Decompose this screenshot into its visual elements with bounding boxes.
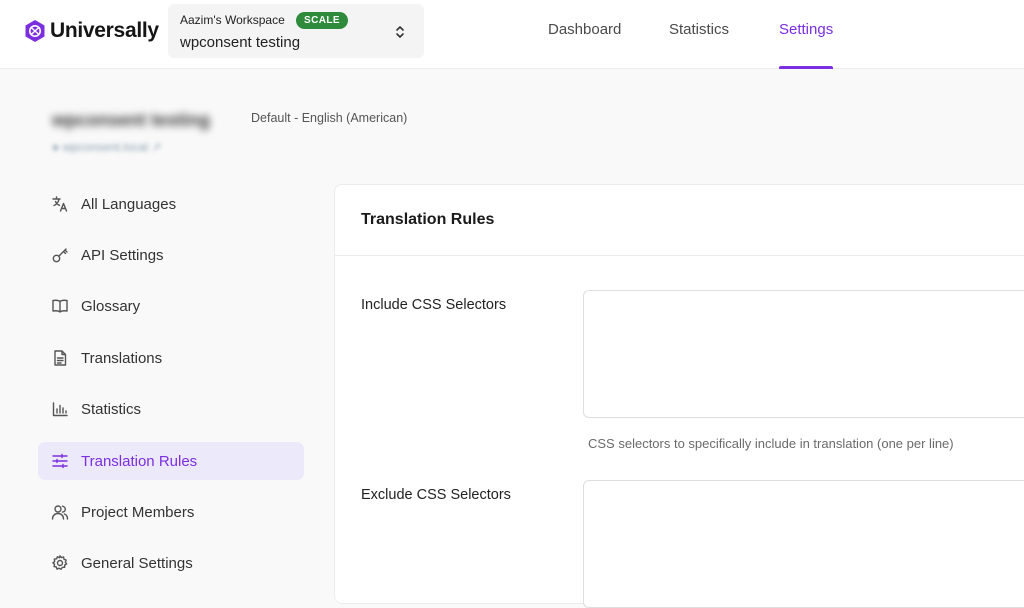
translation-rules-panel: Translation Rules Include CSS Selectors … (334, 184, 1024, 608)
project-name: wpconsent testing (52, 110, 211, 130)
sidebar-item-label: All Languages (81, 195, 177, 213)
sidebar-item-label: Project Members (81, 503, 195, 521)
exclude-selectors-label: Exclude CSS Selectors (361, 487, 511, 503)
panel-title: Translation Rules (361, 211, 495, 228)
sidebar-item-label: General Settings (81, 554, 193, 572)
top-bar: Universally Aazim's Workspace SCALE wpco… (0, 0, 1024, 69)
sidebar-item-statistics[interactable]: Statistics (38, 390, 304, 428)
brand-name: Universally (50, 19, 159, 42)
brand[interactable]: Universally (24, 17, 159, 45)
tab-label: Dashboard (548, 21, 622, 38)
tab-statistics[interactable]: Statistics (669, 0, 729, 69)
tab-label: Settings (779, 21, 834, 38)
sidebar-item-label: Translation Rules (81, 452, 198, 470)
active-tab-indicator (779, 66, 834, 69)
sidebar-item-label: Statistics (81, 400, 142, 418)
users-icon (51, 505, 69, 520)
include-selectors-help: CSS selectors to specifically include in… (588, 436, 954, 451)
sidebar-item-api-settings[interactable]: API Settings (38, 236, 304, 274)
tab-label: Statistics (669, 21, 730, 38)
bar-chart-icon (52, 402, 68, 417)
exclude-selectors-input[interactable] (583, 480, 1024, 608)
sidebar-item-label: Translations (81, 349, 163, 367)
sidebar-item-glossary[interactable]: Glossary (38, 287, 304, 325)
sidebar-item-translations[interactable]: Translations (38, 339, 304, 377)
project-url[interactable]: ● wpconsent.local ↗ (52, 140, 161, 154)
sidebar-item-translation-rules[interactable]: Translation Rules (38, 442, 304, 480)
project-language: Default - English (American) (251, 111, 408, 125)
project-url-text: wpconsent.local (62, 140, 148, 154)
key-icon (52, 248, 68, 263)
sidebar-item-general-settings[interactable]: General Settings (38, 544, 304, 582)
include-selectors-input[interactable] (583, 290, 1024, 418)
translate-icon (52, 196, 68, 212)
include-selectors-label: Include CSS Selectors (361, 297, 507, 313)
workspace-name: Aazim's Workspace (180, 13, 285, 27)
workspace-project: wpconsent testing (180, 34, 301, 51)
chevron-up-down-icon (396, 26, 404, 38)
book-icon (52, 299, 68, 313)
plan-badge: SCALE (296, 12, 348, 29)
sidebar-item-all-languages[interactable]: All Languages (38, 185, 304, 223)
sidebar-item-label: API Settings (81, 246, 164, 264)
tab-settings[interactable]: Settings (779, 0, 834, 69)
panel-divider (335, 255, 1024, 256)
sidebar-item-project-members[interactable]: Project Members (38, 493, 304, 531)
sidebar-item-label: Glossary (81, 297, 141, 315)
document-icon (54, 350, 67, 366)
brand-logo-icon (25, 20, 45, 42)
sliders-icon (52, 453, 68, 469)
tab-dashboard[interactable]: Dashboard (548, 0, 621, 69)
gear-icon (52, 555, 68, 570)
workspace-switcher[interactable]: Aazim's Workspace SCALE wpconsent testin… (168, 4, 424, 58)
